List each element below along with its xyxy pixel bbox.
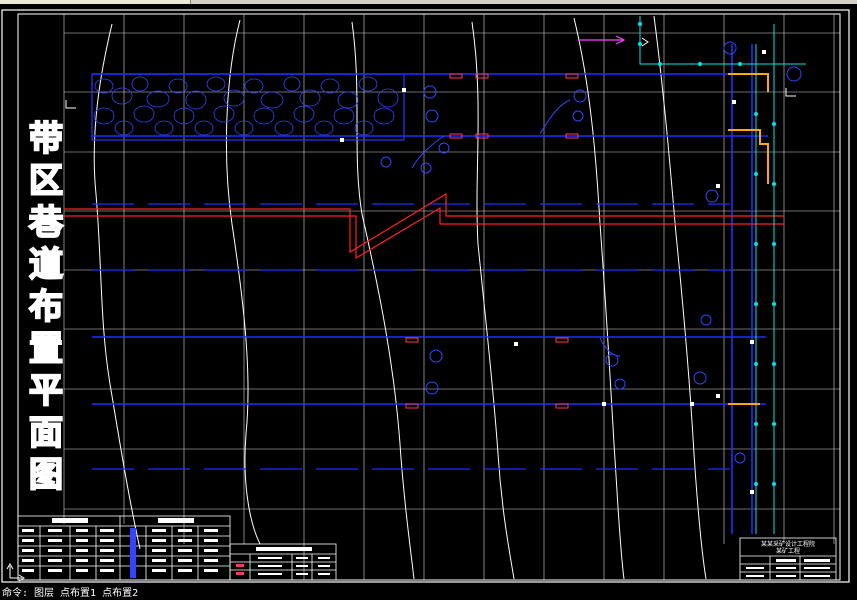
title-char-5: 布 <box>28 286 64 328</box>
ucs-axis-icon <box>6 563 25 582</box>
coordinate-grid <box>63 14 840 580</box>
vertical-drawing-title: 带 区 巷 道 布 置 平 面 图 <box>24 118 68 496</box>
title-char-4: 道 <box>28 244 64 286</box>
symbol-legend-cells <box>256 547 330 575</box>
title-block-organization: 某某采矿设计工程院 <box>761 540 815 548</box>
title-char-8: 面 <box>28 412 64 454</box>
command-line-text: 命令: 图层 点布置1 点布置2 <box>2 588 139 599</box>
pipeline <box>639 16 806 534</box>
roadways <box>92 44 768 534</box>
highlight-segments <box>728 73 769 405</box>
title-block-project: 某矿工程 <box>776 547 800 555</box>
inner-frame <box>17 13 841 581</box>
symbol-legend-red <box>236 564 244 575</box>
title-char-1: 带 <box>28 118 64 160</box>
title-char-6: 置 <box>28 328 64 370</box>
cad-drawing-canvas[interactable]: 某某采矿设计工程院 某矿工程 <box>0 4 857 587</box>
pipeline-nodes <box>638 22 776 486</box>
legend-table-headers <box>52 518 194 523</box>
title-char-2: 区 <box>28 160 64 202</box>
equipment-markers <box>405 73 579 409</box>
flow-arrow <box>578 35 626 45</box>
command-line[interactable]: 命令: 图层 点布置1 点布置2 <box>0 587 857 600</box>
title-char-7: 平 <box>28 370 64 412</box>
title-char-3: 巷 <box>28 202 64 244</box>
title-block-cells <box>746 559 830 577</box>
title-char-9: 图 <box>28 454 64 496</box>
legend-blue-symbols <box>130 528 136 578</box>
instrument-symbols <box>380 41 802 464</box>
